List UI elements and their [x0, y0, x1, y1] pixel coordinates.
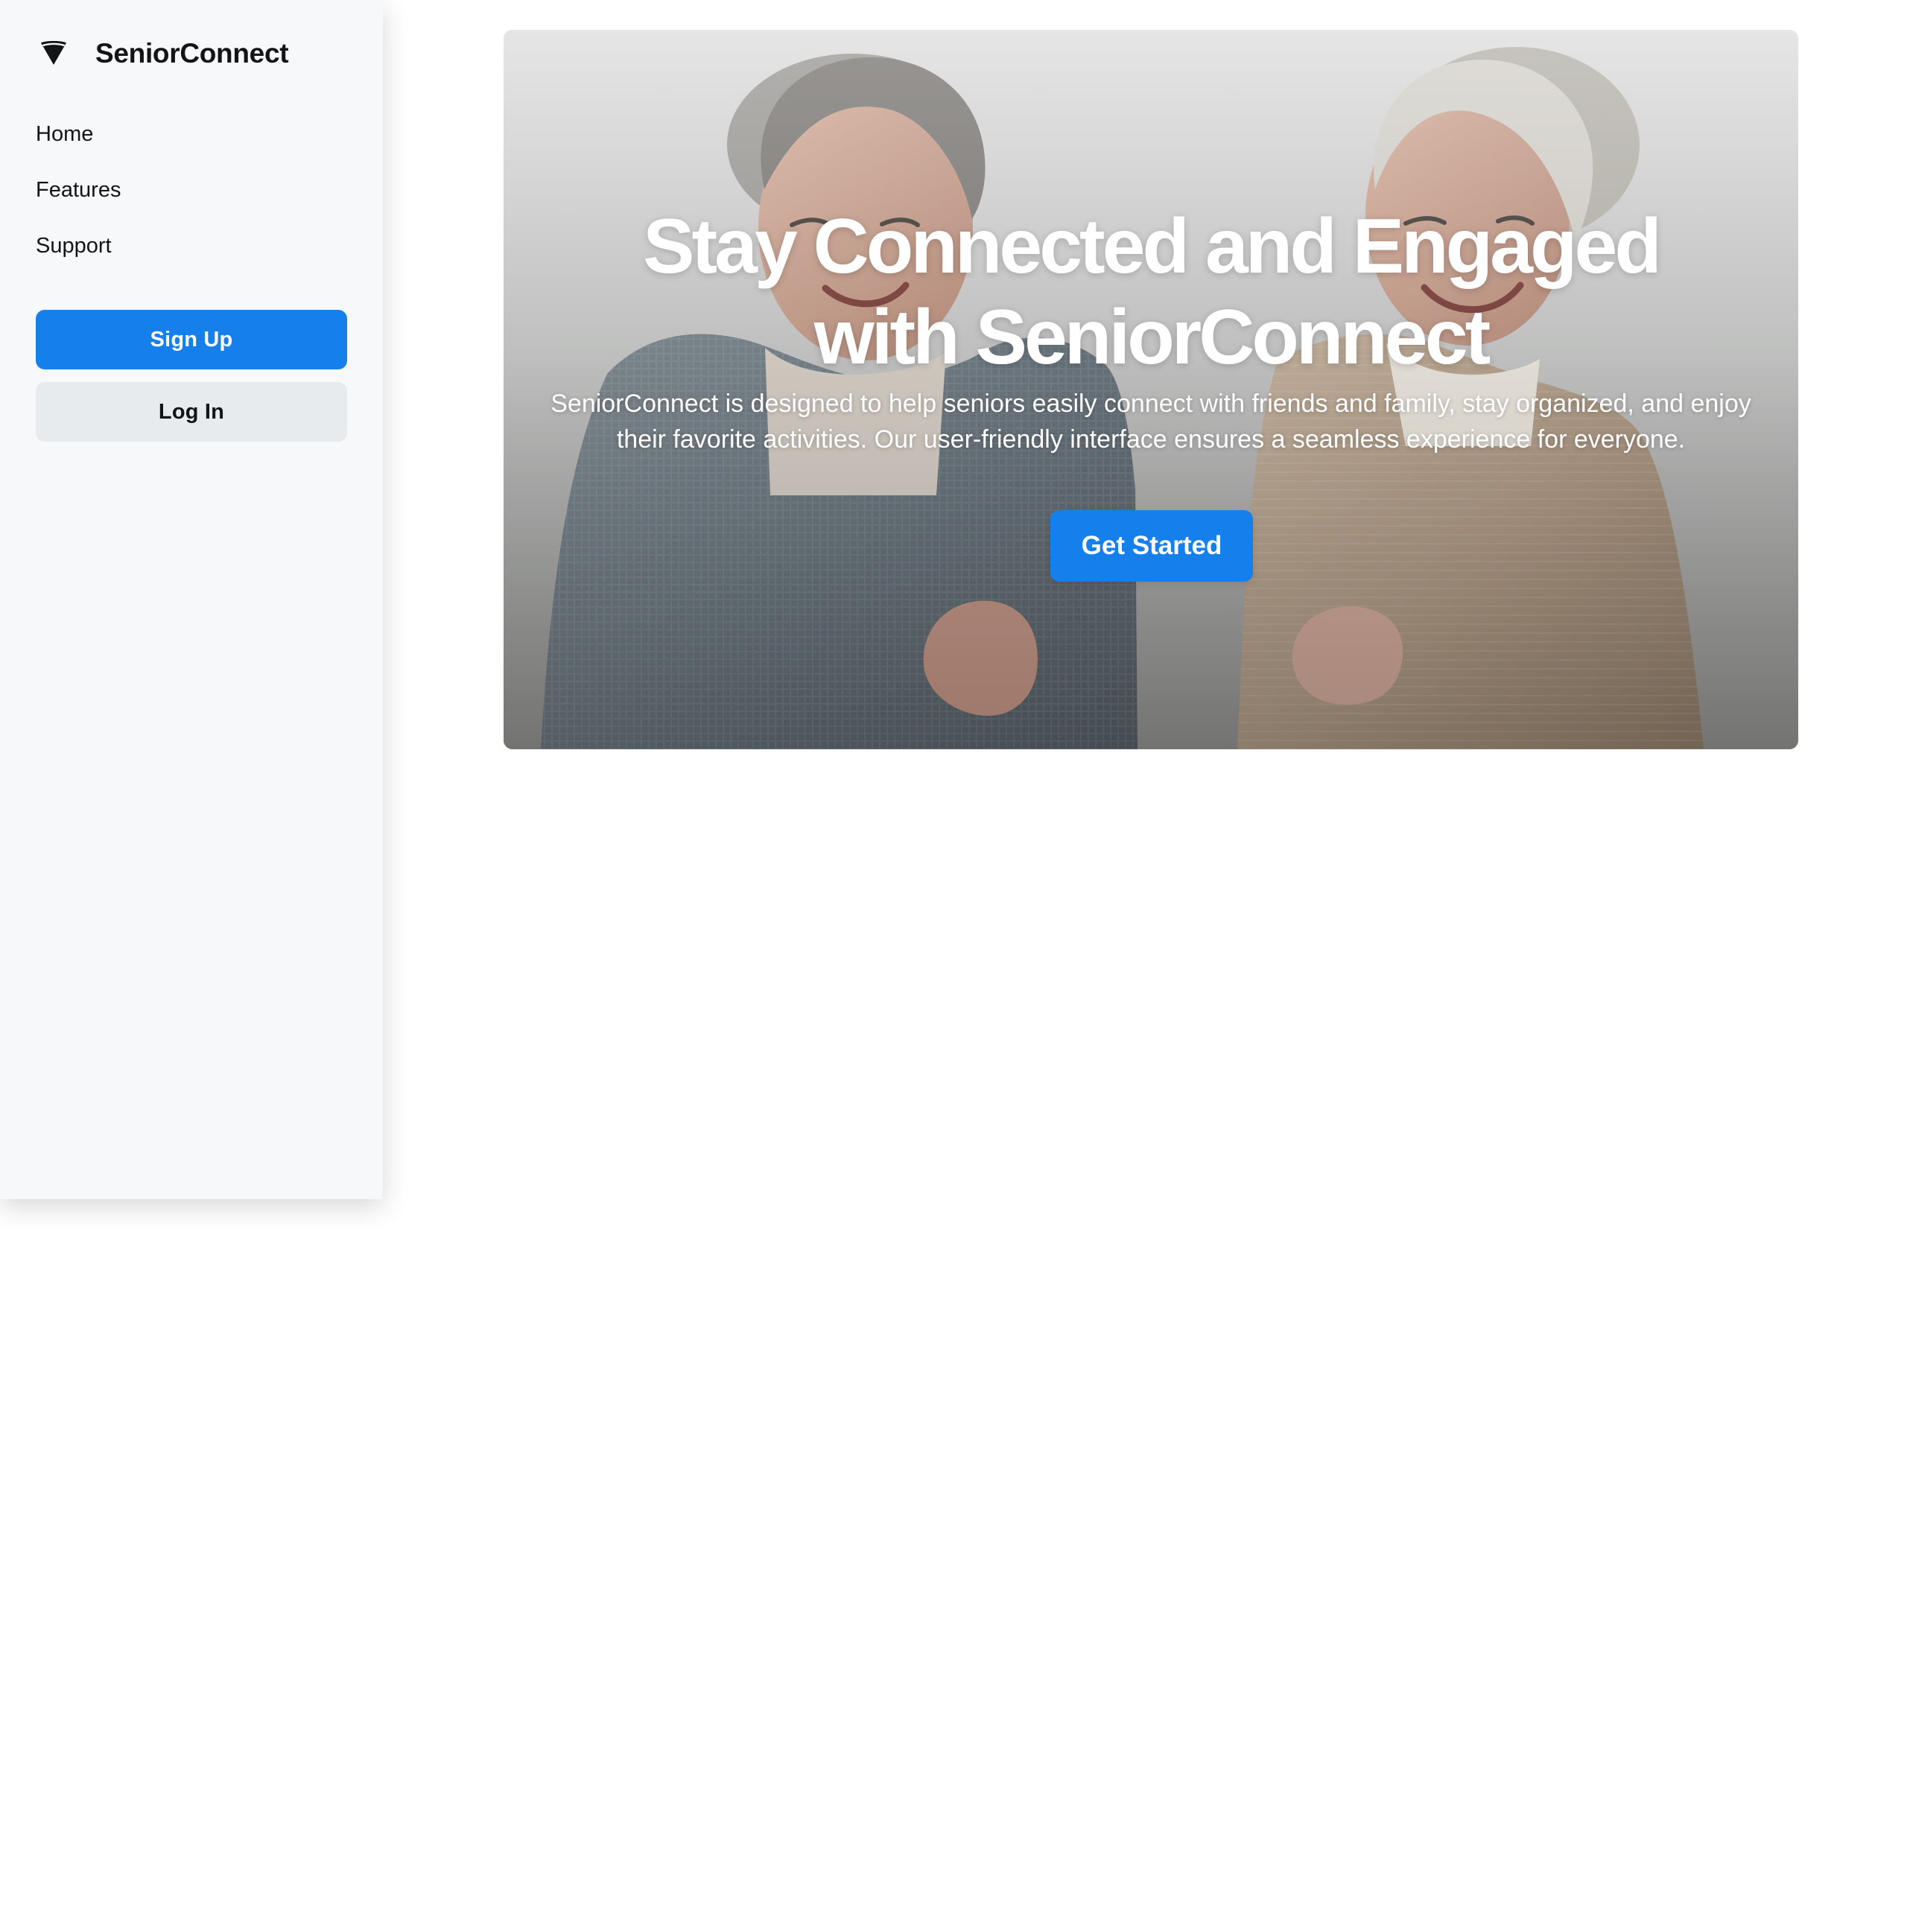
hero-title: Stay Connected and Engaged with SeniorCo…: [643, 203, 1662, 381]
triangle-logo-icon: [41, 41, 66, 65]
sidebar-item-home[interactable]: Home: [36, 118, 121, 150]
sidebar: SeniorConnect Home Features Support Sign…: [0, 0, 383, 1199]
hero-subtitle: SeniorConnect is designed to help senior…: [550, 390, 1751, 454]
brand[interactable]: SeniorConnect: [36, 36, 289, 72]
sidebar-item-features[interactable]: Features: [36, 174, 121, 206]
sign-up-button[interactable]: Sign Up: [36, 310, 347, 369]
sidebar-item-support[interactable]: Support: [36, 229, 121, 262]
hero-section: Stay Connected and Engaged with SeniorCo…: [504, 30, 1798, 749]
get-started-button[interactable]: Get Started: [1050, 510, 1253, 582]
log-in-button[interactable]: Log In: [36, 382, 347, 442]
sidebar-nav: Home Features Support: [36, 118, 121, 285]
brand-name: SeniorConnect: [95, 38, 289, 69]
